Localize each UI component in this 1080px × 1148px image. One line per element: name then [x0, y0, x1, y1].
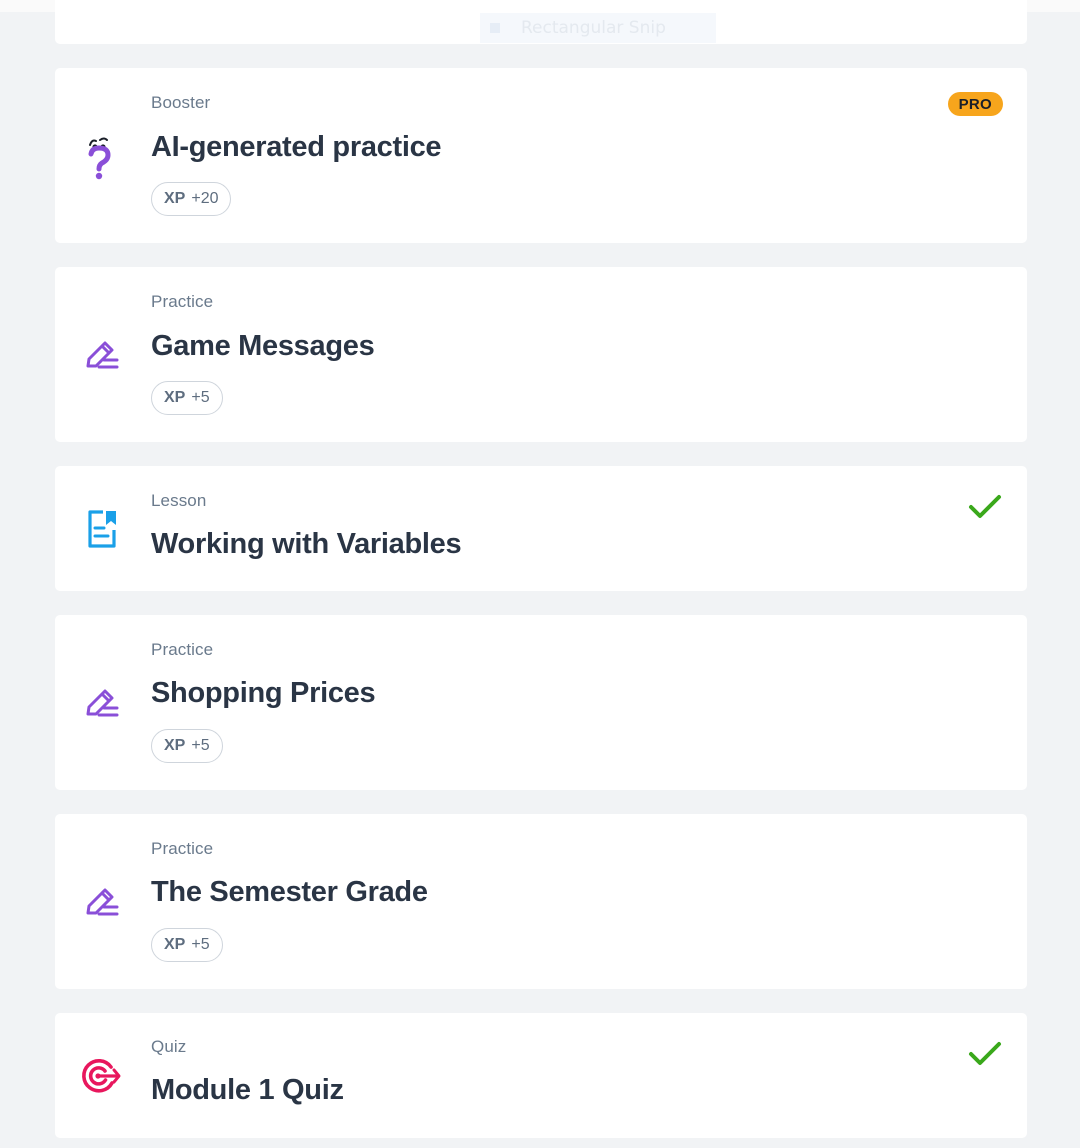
question-mark-icon: [81, 136, 123, 180]
xp-label: XP: [164, 190, 186, 207]
card-working-with-variables[interactable]: Lesson Working with Variables: [55, 466, 1027, 591]
pro-badge: PRO: [947, 92, 1003, 116]
card-type: Booster: [151, 93, 211, 112]
xp-pill: XP +20: [151, 182, 232, 216]
card-module-1-quiz[interactable]: Quiz Module 1 Quiz: [55, 1013, 1027, 1138]
xp-pill: XP +5: [151, 729, 223, 763]
card-type: Practice: [151, 640, 214, 659]
xp-label: XP: [164, 936, 186, 953]
card-type: Practice: [151, 292, 214, 311]
card-type: Practice: [151, 839, 214, 858]
card-title: AI-generated practice: [151, 131, 442, 163]
card-type: Quiz: [151, 1037, 187, 1056]
card-title: The Semester Grade: [151, 876, 428, 908]
card-game-messages[interactable]: Practice Game Messages XP +5: [55, 267, 1027, 442]
document-bookmark-icon: [81, 508, 123, 550]
check-icon: [969, 495, 1001, 518]
xp-value: +5: [191, 737, 210, 754]
pencil-icon: [81, 333, 123, 375]
card-type: Lesson: [151, 491, 207, 510]
target-icon: [81, 1055, 123, 1097]
card-title: Module 1 Quiz: [151, 1074, 344, 1106]
xp-label: XP: [164, 737, 186, 754]
card-title: Game Messages: [151, 330, 375, 362]
snip-icon: [490, 23, 500, 33]
xp-pill: XP +5: [151, 928, 223, 962]
card-title: Shopping Prices: [151, 677, 376, 709]
card-the-semester-grade[interactable]: Practice The Semester Grade XP +5: [55, 814, 1027, 989]
xp-value: +20: [191, 190, 219, 207]
card-shopping-prices[interactable]: Practice Shopping Prices XP +5: [55, 615, 1027, 790]
check-icon: [969, 1042, 1001, 1065]
pencil-icon: [81, 681, 123, 723]
card-ai-generated-practice[interactable]: Booster AI-generated practice XP +20 PRO: [55, 68, 1027, 243]
xp-pill: XP +5: [151, 381, 223, 415]
xp-label: XP: [164, 389, 186, 406]
card-title: Working with Variables: [151, 528, 462, 560]
snip-label: Rectangular Snip: [521, 18, 666, 38]
xp-value: +5: [191, 389, 210, 406]
xp-value: +5: [191, 936, 210, 953]
pencil-icon: [81, 880, 123, 922]
